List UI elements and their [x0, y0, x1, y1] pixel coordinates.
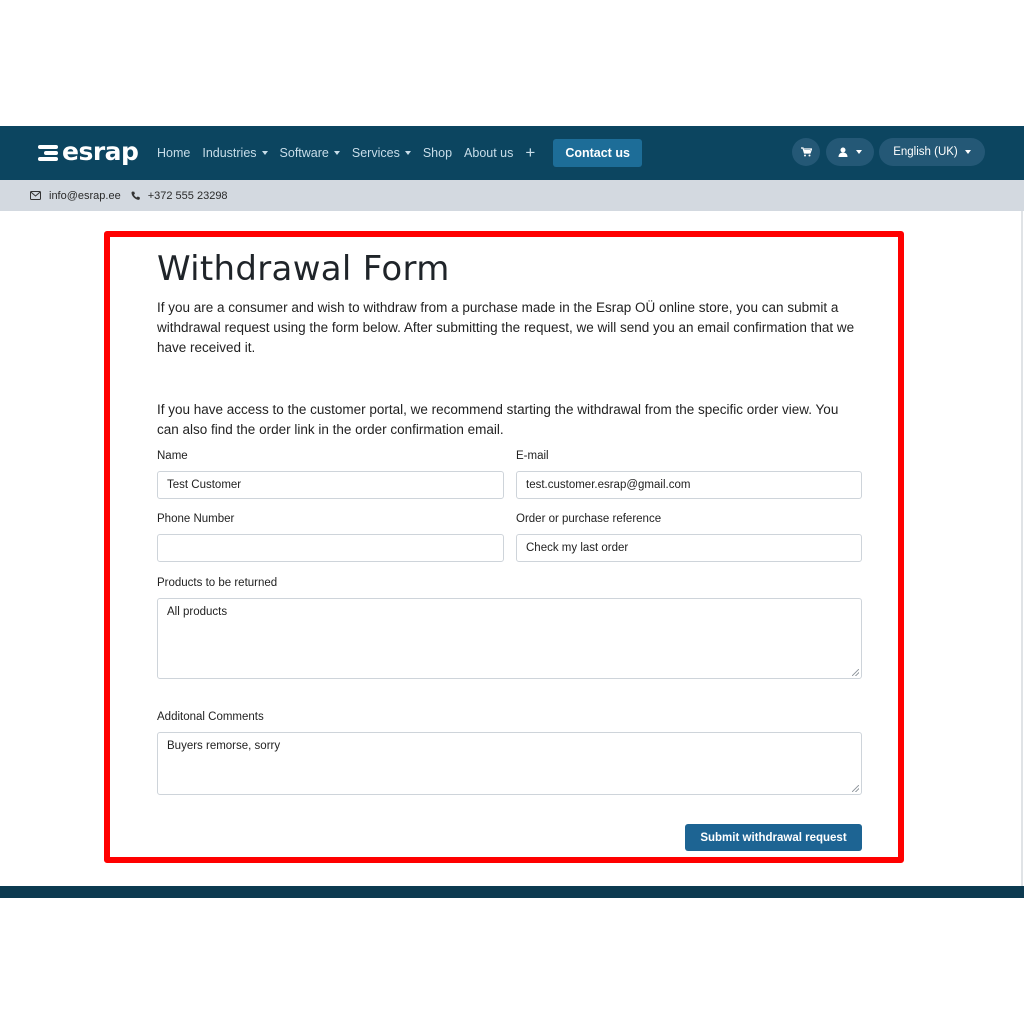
intro-paragraph: If you are a consumer and wish to withdr…: [157, 300, 855, 355]
caret-down-icon: [261, 151, 268, 155]
comments-value: Buyers remorse, sorry: [167, 740, 281, 752]
submit-withdrawal-button[interactable]: Submit withdrawal request: [685, 824, 862, 851]
nav-label: Shop: [422, 146, 453, 160]
phone-icon: [131, 191, 140, 200]
caret-down-icon: [333, 151, 340, 155]
nav-item-industries[interactable]: Industries: [202, 146, 268, 160]
order-reference-field[interactable]: Check my last order: [516, 534, 862, 562]
portal-note-paragraph: If you have access to the customer porta…: [157, 402, 839, 437]
comments-textarea[interactable]: Buyers remorse, sorry: [157, 732, 862, 795]
nav-label: Industries: [202, 146, 257, 160]
products-label: Products to be returned: [157, 577, 278, 589]
products-textarea[interactable]: All products: [157, 598, 862, 679]
nav-item-services[interactable]: Services: [352, 146, 411, 160]
page-title: Withdrawal Form: [157, 249, 450, 289]
contact-us-button[interactable]: Contact us: [553, 139, 642, 167]
withdrawal-intro: Withdrawal Form If you are a consumer an…: [157, 247, 862, 440]
comments-label: Additonal Comments: [157, 711, 264, 723]
name-label: Name: [157, 450, 188, 462]
phone-field[interactable]: [157, 534, 504, 562]
cart-icon: [800, 147, 812, 157]
page-edge-divider: [1021, 211, 1023, 887]
account-menu-button[interactable]: [826, 138, 874, 166]
order-reference-label: Order or purchase reference: [516, 513, 662, 525]
language-label: English (UK): [893, 146, 958, 158]
plus-icon[interactable]: +: [525, 143, 535, 163]
navbar-controls: English (UK): [792, 138, 985, 166]
nav-item-home[interactable]: Home: [157, 146, 190, 160]
phone-label: Phone Number: [157, 513, 235, 525]
nav-item-about[interactable]: About us: [464, 146, 513, 160]
email-field[interactable]: test.customer.esrap@gmail.com: [516, 471, 862, 499]
user-icon: [838, 147, 848, 157]
products-value: All products: [167, 606, 228, 618]
brand-logo[interactable]: esrap: [38, 137, 139, 166]
esrap-logo-icon: [38, 143, 60, 161]
name-field[interactable]: Test Customer: [157, 471, 504, 499]
email-label: E-mail: [516, 450, 549, 462]
cart-button[interactable]: [792, 138, 820, 166]
nav-item-software[interactable]: Software: [280, 146, 340, 160]
nav-label: Services: [351, 146, 400, 160]
page: esrap Home Industries Software Services …: [0, 0, 1024, 1024]
nav-label: Software: [279, 146, 329, 160]
caret-down-icon: [964, 150, 971, 154]
main-nav: Home Industries Software Services Shop A…: [157, 126, 642, 180]
nav-item-shop[interactable]: Shop: [423, 146, 452, 160]
caret-down-icon: [856, 150, 862, 154]
envelope-icon: [30, 191, 41, 200]
contact-strip: info@esrap.ee +372 555 23298: [0, 180, 1024, 211]
nav-label: Home: [157, 146, 191, 160]
resize-grip-icon[interactable]: [852, 669, 859, 676]
contact-email[interactable]: info@esrap.ee: [49, 190, 121, 202]
nav-label: About us: [464, 146, 514, 160]
brand-name: esrap: [62, 137, 139, 166]
language-selector[interactable]: English (UK): [879, 138, 985, 166]
footer-bar: [0, 886, 1024, 898]
contact-phone[interactable]: +372 555 23298: [148, 190, 228, 202]
resize-grip-icon[interactable]: [852, 785, 859, 792]
caret-down-icon: [404, 151, 411, 155]
